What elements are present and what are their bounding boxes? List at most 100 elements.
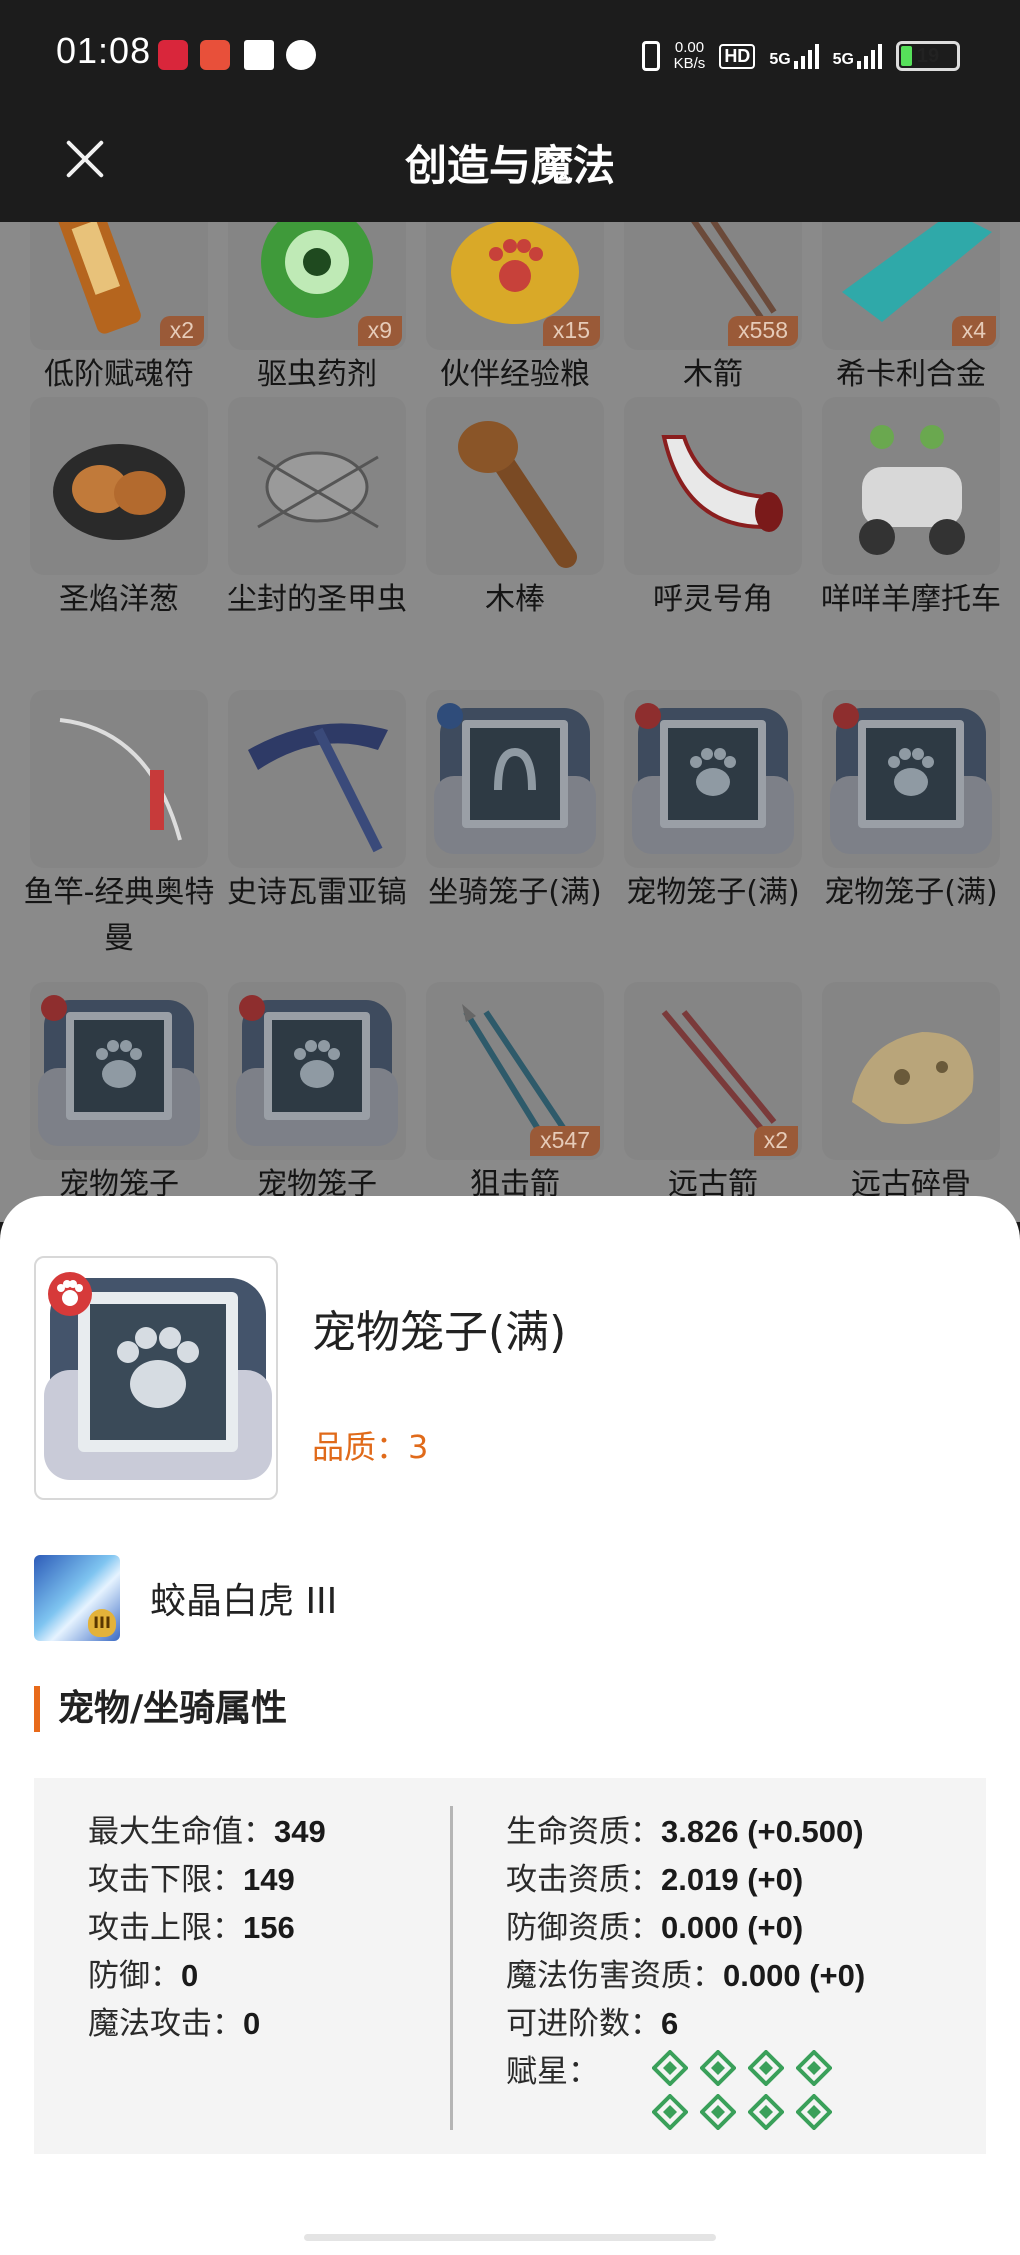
red-app-icon [200, 40, 230, 70]
grid-item[interactable]: x2 远古箭 [624, 982, 802, 1222]
scooter-icon [859, 425, 965, 555]
grid-item[interactable]: 史诗瓦雷亚镐 [227, 690, 407, 990]
item-count-badge: x2 [159, 316, 204, 346]
grid-item[interactable]: 木棒 [426, 397, 604, 697]
grid-item[interactable]: 远古碎骨 [822, 982, 1000, 1222]
attribute-label: 生命资质： [506, 1814, 661, 1850]
attribute-row: 生命资质：3.826 (+0.500) [506, 1808, 865, 1856]
grid-item-label: 鱼竿-经典奥特曼 [23, 875, 215, 956]
grid-item-thumbnail[interactable] [30, 982, 208, 1160]
pet-cage-icon [38, 995, 200, 1146]
grid-item[interactable]: 宠物笼子 [30, 982, 208, 1222]
attribute-label: 攻击上限： [88, 1910, 243, 1946]
grid-item-thumbnail[interactable]: x2 [624, 982, 802, 1160]
grid-item-thumbnail[interactable] [228, 982, 406, 1160]
item-count-badge: x15 [542, 316, 600, 346]
grid-item-thumbnail[interactable] [228, 397, 406, 575]
signal-1-label: 5G [769, 51, 791, 68]
grid-item[interactable]: 尘封的圣甲虫 [227, 397, 407, 697]
grid-item-thumbnail[interactable] [822, 397, 1000, 575]
grid-item-label: 呼灵号角 [653, 582, 773, 617]
section-title: 宠物/坐骑属性 [34, 1686, 287, 1732]
signal-bars-icon [793, 43, 819, 69]
grid-item-thumbnail[interactable] [30, 690, 208, 868]
star-slot-icon [700, 2094, 736, 2130]
attribute-label: 防御： [88, 1958, 181, 1994]
grid-item-thumbnail[interactable] [426, 690, 604, 868]
status-time: 01:08 [56, 30, 152, 71]
star-slot-icon [796, 2094, 832, 2130]
pet-cage-icon [830, 703, 992, 854]
grid-item-label: 宠物笼子(满) [626, 875, 800, 910]
grid-item[interactable]: 宠物笼子(满) [822, 690, 1000, 990]
grid-item[interactable]: 宠物笼子 [228, 982, 406, 1222]
item-detail-image [34, 1256, 278, 1500]
status-bar: 01:08 0.00 KB/s HD 5G 5G 19 [0, 0, 1020, 112]
grid-item[interactable]: 圣焰洋葱 [30, 397, 208, 697]
grid-item[interactable]: 鱼竿-经典奥特曼 [24, 690, 214, 990]
home-indicator[interactable] [304, 2234, 716, 2241]
grid-item-label: 木箭 [683, 357, 743, 392]
grid-item-thumbnail[interactable]: x558 [624, 222, 802, 350]
grid-item-thumbnail[interactable] [624, 397, 802, 575]
grid-item-thumbnail[interactable]: x547 [426, 982, 604, 1160]
attribute-value: 6 [661, 2006, 679, 2041]
white-square-icon [244, 40, 274, 70]
attribute-value: 0 [181, 1958, 199, 1993]
pet-name: 蛟晶白虎 III [150, 1581, 338, 1622]
grid-item[interactable]: 呼灵号角 [624, 397, 802, 697]
grid-item-thumbnail[interactable] [822, 982, 1000, 1160]
club-icon [458, 421, 577, 568]
pet-cage-icon [632, 703, 794, 854]
item-count-badge: x9 [357, 316, 402, 346]
battery-icon: 19 [896, 41, 960, 71]
attribute-label: 防御资质： [506, 1910, 661, 1946]
beetle-icon [257, 451, 379, 529]
attribute-value: 3.826 (+0.500) [661, 1814, 864, 1849]
attribute-row: 最大生命值：349 [88, 1808, 326, 1856]
grid-item-label: 希卡利合金 [836, 357, 986, 392]
grid-item-thumbnail[interactable] [624, 690, 802, 868]
grid-item-thumbnail[interactable] [822, 690, 1000, 868]
grid-item[interactable]: 坐骑笼子(满) [426, 690, 604, 990]
grid-item-thumbnail[interactable]: x15 [426, 222, 604, 350]
attribute-label: 可进阶数： [506, 2006, 661, 2042]
network-speed-value: 0.00 [674, 39, 705, 56]
pet-rank-badge: III [88, 1609, 116, 1637]
grid-item[interactable]: x547 狙击箭 [426, 982, 604, 1222]
star-slot-icon [652, 2050, 688, 2086]
grid-item-thumbnail[interactable]: x9 [228, 222, 406, 350]
attribute-row: 攻击下限：149 [88, 1856, 326, 1904]
grid-item-label: 木棒 [485, 582, 545, 617]
grid-item-thumbnail[interactable]: x4 [822, 222, 1000, 350]
grid-item-thumbnail[interactable]: x2 [30, 222, 208, 350]
attribute-row: 可进阶数：6 [506, 2000, 865, 2048]
attribute-value: 0.000 (+0) [723, 1958, 866, 1993]
item-count-badge: x547 [530, 1126, 600, 1156]
pet-cage-icon [236, 995, 398, 1146]
attribute-row: 魔法攻击：0 [88, 2000, 326, 2048]
bone-icon [852, 1032, 974, 1124]
star-slot-icon [748, 2094, 784, 2130]
attribute-label: 攻击资质： [506, 1862, 661, 1898]
network-speed-unit: KB/s [673, 55, 706, 72]
grid-item[interactable]: 咩咩羊摩托车 [821, 397, 1001, 697]
small-red-app-icon [158, 40, 188, 70]
grid-item-thumbnail[interactable] [228, 690, 406, 868]
grid-item[interactable]: 宠物笼子(满) [624, 690, 802, 990]
star-slot-icon [748, 2050, 784, 2086]
star-slot-icon [652, 2094, 688, 2130]
attributes-panel: 最大生命值：349 攻击下限：149 攻击上限：156 防御：0 魔法攻击：0 生命资质… [34, 1778, 986, 2154]
grid-item-label: 圣焰洋葱 [59, 582, 179, 617]
item-quality: 品质：3 [312, 1428, 429, 1466]
grid-item-thumbnail[interactable] [426, 397, 604, 575]
item-count-badge: x2 [753, 1126, 798, 1156]
pet-cage-icon [44, 1272, 272, 1480]
attribute-row: 攻击上限：156 [88, 1904, 326, 1952]
grid-item-thumbnail[interactable] [30, 397, 208, 575]
grid-item-label: 史诗瓦雷亚镐 [227, 875, 407, 910]
chat-bubble-icon [286, 40, 316, 70]
attribute-value: 349 [274, 1814, 326, 1849]
grid-item-label: 坐骑笼子(满) [428, 875, 602, 910]
title-bar: 创造与魔法 [0, 112, 1020, 222]
